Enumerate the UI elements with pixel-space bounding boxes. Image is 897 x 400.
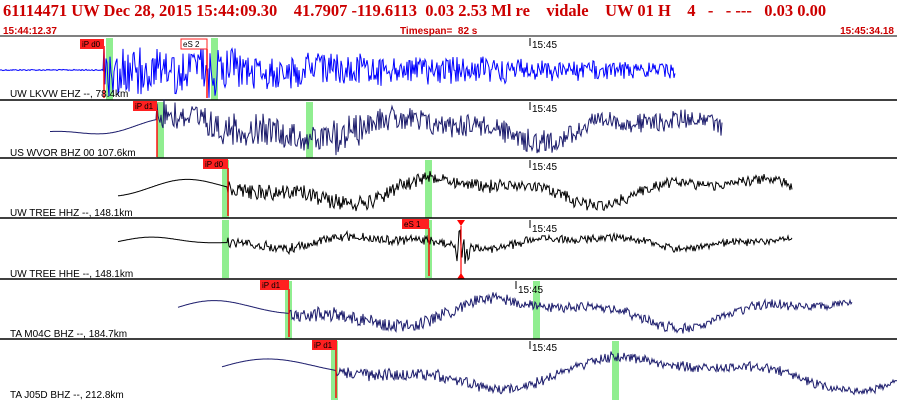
amplitude-marker-bottom (457, 273, 465, 279)
waveform-trace (117, 171, 793, 212)
seismogram-panel[interactable]: 15:45 iP d0 eS 2 UW LKVW EHZ --, 78.4km (0, 38, 676, 100)
seismogram-panel[interactable]: 15:45 iP d1 US WVOR BHZ 00 107.6km (10, 99, 723, 159)
seismogram-panel[interactable]: 15:45 iP d1 TA J05D BHZ --, 212.8km (10, 340, 897, 400)
seismogram-plot-area[interactable]: 15:45 iP d0 eS 2 UW LKVW EHZ --, 78.4km … (0, 0, 897, 400)
p-pick-label: iP d1 (314, 341, 333, 350)
waveform-trace (221, 351, 897, 396)
s-window-marker (306, 102, 313, 158)
s-pick-label: eS 2 (183, 40, 200, 49)
time-tick-label: 15:45 (532, 224, 557, 235)
seismogram-panel[interactable]: 15:45 iP d0 UW TREE HHZ --, 148.1km (10, 159, 793, 219)
amplitude-marker-top (457, 220, 465, 226)
seismogram-panel[interactable]: 15:45 eS 1 UW TREE HHE --, 148.1km (10, 219, 793, 280)
s-window-marker (612, 341, 619, 400)
time-tick-label: 15:45 (518, 285, 543, 296)
time-tick-label: 15:45 (532, 343, 557, 354)
s-window-marker (425, 160, 432, 218)
time-tick-label: 15:45 (532, 162, 557, 173)
station-label: TA J05D BHZ --, 212.8km (10, 390, 124, 400)
time-tick-label: 15:45 (532, 40, 557, 51)
p-window-marker (222, 220, 229, 278)
waveform-trace (177, 291, 853, 334)
time-tick-label: 15:45 (532, 104, 557, 115)
station-label: UW LKVW EHZ --, 78.4km (10, 89, 128, 100)
p-pick-label: iP d0 (82, 40, 101, 49)
seismogram-panel[interactable]: 15:45 iP d1 TA M04C BHZ --, 184.7km (10, 280, 853, 340)
waveform-trace (117, 229, 793, 264)
p-pick-label: iP d0 (205, 160, 224, 169)
p-pick-label: iP d1 (135, 102, 154, 111)
p-pick-label: iP d1 (262, 281, 281, 290)
s-pick-label: eS 1 (404, 220, 421, 229)
